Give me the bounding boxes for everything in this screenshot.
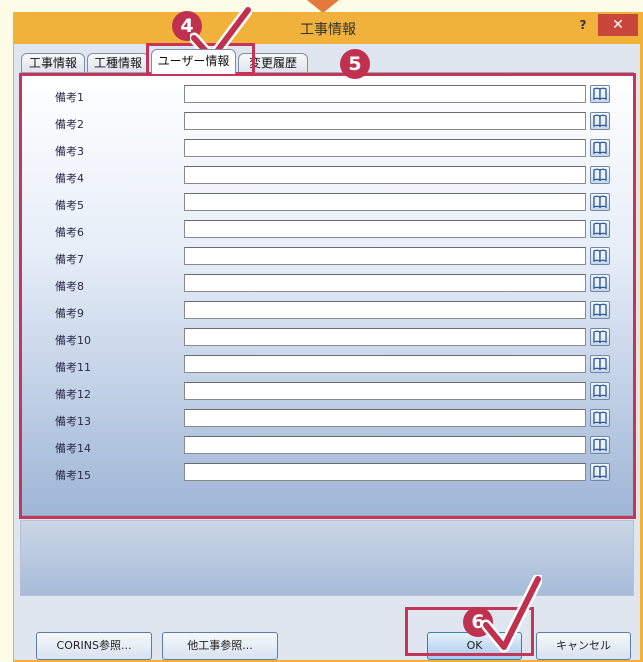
remark-label: 備考13 xyxy=(55,415,91,428)
remark-row: 備考2 xyxy=(21,112,633,136)
remark-label: 備考12 xyxy=(55,388,91,401)
remark-row: 備考13 xyxy=(21,409,633,433)
book-icon xyxy=(593,195,607,209)
dialog-window: 工事情報 ? ✕ 工事情報 工種情報 ユーザー情報 変更履歴 備考1 備考2 備考3… xyxy=(13,12,643,662)
book-lookup-button[interactable] xyxy=(590,166,610,184)
book-icon xyxy=(593,222,607,236)
remark-label: 備考15 xyxy=(55,469,91,482)
book-lookup-button[interactable] xyxy=(590,328,610,346)
book-lookup-button[interactable] xyxy=(590,247,610,265)
remark-label: 備考10 xyxy=(55,334,91,347)
remark-row: 備考5 xyxy=(21,193,633,217)
book-lookup-button[interactable] xyxy=(590,409,610,427)
user-info-panel: 備考1 備考2 備考3 備考4 備考5 備考6 備考7 備考8 備考9 備考10 備考11 備考12 備… xyxy=(20,72,634,516)
book-lookup-button[interactable] xyxy=(590,85,610,103)
window-title: 工事情報 xyxy=(300,22,356,38)
remark-input[interactable] xyxy=(184,112,586,130)
remark-row: 備考12 xyxy=(21,382,633,406)
remark-input[interactable] xyxy=(184,193,586,211)
cancel-button[interactable]: キャンセル xyxy=(536,632,631,660)
remark-label: 備考2 xyxy=(55,118,84,131)
book-icon xyxy=(593,411,607,425)
book-icon xyxy=(593,141,607,155)
remark-row: 備考6 xyxy=(21,220,633,244)
remark-row: 備考4 xyxy=(21,166,633,190)
remark-row: 備考3 xyxy=(21,139,633,163)
remark-input[interactable] xyxy=(184,409,586,427)
book-icon xyxy=(593,384,607,398)
book-lookup-button[interactable] xyxy=(590,463,610,481)
book-icon xyxy=(593,303,607,317)
remark-input[interactable] xyxy=(184,436,586,454)
tab-construction-info[interactable]: 工事情報 xyxy=(21,53,85,72)
remark-input[interactable] xyxy=(184,139,586,157)
book-lookup-button[interactable] xyxy=(590,382,610,400)
book-lookup-button[interactable] xyxy=(590,355,610,373)
remark-label: 備考8 xyxy=(55,280,84,293)
remark-label: 備考5 xyxy=(55,199,84,212)
book-lookup-button[interactable] xyxy=(590,436,610,454)
book-icon xyxy=(593,249,607,263)
remark-input[interactable] xyxy=(184,355,586,373)
book-lookup-button[interactable] xyxy=(590,112,610,130)
remark-input[interactable] xyxy=(184,463,586,481)
remark-row: 備考14 xyxy=(21,436,633,460)
tab-work-type-info[interactable]: 工種情報 xyxy=(87,53,149,72)
title-bar: 工事情報 ? ✕ xyxy=(13,12,643,42)
remark-label: 備考11 xyxy=(55,361,91,374)
other-work-reference-button[interactable]: 他工事参照... xyxy=(162,632,278,660)
remark-row: 備考11 xyxy=(21,355,633,379)
book-lookup-button[interactable] xyxy=(590,301,610,319)
remark-input[interactable] xyxy=(184,247,586,265)
remark-row: 備考10 xyxy=(21,328,633,352)
step-5-badge: 5 xyxy=(340,49,370,79)
remark-row: 備考1 xyxy=(21,85,633,109)
book-icon xyxy=(593,438,607,452)
remark-row: 備考9 xyxy=(21,301,633,325)
book-lookup-button[interactable] xyxy=(590,193,610,211)
remark-label: 備考7 xyxy=(55,253,84,266)
book-lookup-button[interactable] xyxy=(590,220,610,238)
remark-row: 備考15 xyxy=(21,463,633,487)
remark-input[interactable] xyxy=(184,85,586,103)
remark-label: 備考4 xyxy=(55,172,84,185)
help-button[interactable]: ? xyxy=(572,15,594,35)
close-icon: ✕ xyxy=(612,17,624,33)
book-lookup-button[interactable] xyxy=(590,139,610,157)
remark-row: 備考7 xyxy=(21,247,633,271)
book-icon xyxy=(593,114,607,128)
book-icon xyxy=(593,87,607,101)
book-icon xyxy=(593,330,607,344)
remark-input[interactable] xyxy=(184,328,586,346)
book-icon xyxy=(593,276,607,290)
close-button[interactable]: ✕ xyxy=(598,14,638,36)
remark-label: 備考3 xyxy=(55,145,84,158)
book-icon xyxy=(593,465,607,479)
remark-input[interactable] xyxy=(184,220,586,238)
remark-label: 備考14 xyxy=(55,442,91,455)
remark-input[interactable] xyxy=(184,382,586,400)
remark-row: 備考8 xyxy=(21,274,633,298)
book-lookup-button[interactable] xyxy=(590,274,610,292)
remark-input[interactable] xyxy=(184,301,586,319)
remark-label: 備考9 xyxy=(55,307,84,320)
remark-label: 備考1 xyxy=(55,91,84,104)
remark-input[interactable] xyxy=(184,166,586,184)
corins-reference-button[interactable]: CORINS参照... xyxy=(36,632,152,660)
dialog-content: 工事情報 工種情報 ユーザー情報 変更履歴 備考1 備考2 備考3 備考4 備考5 備考6… xyxy=(14,44,640,660)
tab-user-info[interactable]: ユーザー情報 xyxy=(151,49,236,74)
remark-label: 備考6 xyxy=(55,226,84,239)
checkmark-icon xyxy=(482,575,542,653)
book-icon xyxy=(593,168,607,182)
book-icon xyxy=(593,357,607,371)
remark-input[interactable] xyxy=(184,274,586,292)
